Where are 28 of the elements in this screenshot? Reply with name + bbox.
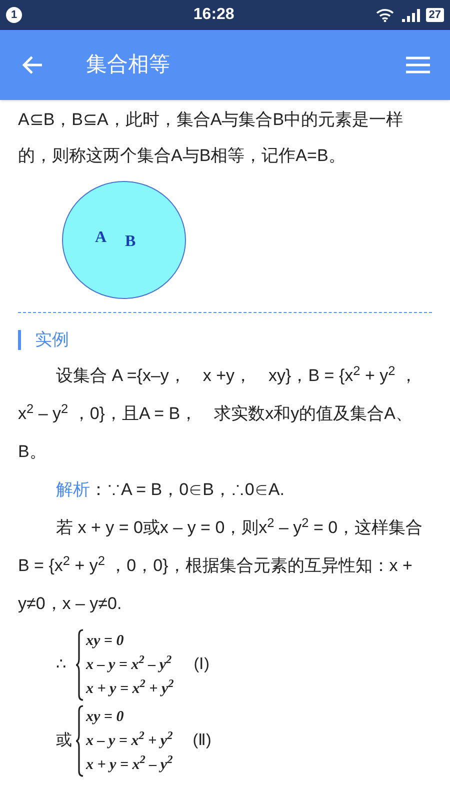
system-prefix: 或 <box>56 731 73 751</box>
analysis-label: 解析 <box>56 480 90 499</box>
equation-line: xy = 0 <box>86 632 125 651</box>
equation-line: x – y = x$^{2}$ – y$^{2}$ <box>86 653 173 675</box>
section-heading: 实例 <box>35 329 69 351</box>
set-label: A <box>95 229 107 246</box>
notification-badge: 1 <box>6 7 22 23</box>
definition-paragraph: A⊆B，B⊆A，此时，集合A与集合B中的元素是一样的，则称这两个集合A与B相等，记作A=B。 <box>18 109 404 167</box>
signal-icon <box>402 8 422 22</box>
menu-icon <box>406 56 430 74</box>
system-prefix: ∴ <box>56 655 67 675</box>
system-tag: (Ⅰ) <box>194 655 210 675</box>
equation-line: x + y = x$^{2}$ – y$^{2}$ <box>86 753 173 775</box>
brace-icon <box>76 705 84 777</box>
status-time: 16:28 <box>192 5 236 25</box>
set-label: B <box>125 233 136 250</box>
equation-line: xy = 0 <box>86 708 125 727</box>
reasoning-paragraph: 若 x + y = 0或x – y = 0，则x$^{2}$ – y$^{2}$ = 0，这样集合B = {x$^{2}$ + y$^{2}$ ，0，0}，根据集合元素的互异性知：x + y≠0，x – y≠0. <box>18 514 424 615</box>
back-arrow-icon <box>21 55 43 75</box>
equation-line: x – y = x$^{2}$ + y$^{2}$ <box>86 729 173 751</box>
equation-line: x + y = x$^{2}$ + y$^{2}$ <box>86 677 174 699</box>
brace-icon <box>76 629 84 701</box>
wifi-icon <box>376 8 394 22</box>
page-title: 集合相等 <box>86 52 171 78</box>
battery-indicator: 27 <box>426 8 444 22</box>
problem-paragraph: 设集合 A ={x–y， x +y， xy}，B = {x$^{2}$ + y$^{2}$ ，x$^{2}$ – y$^{2}$ ，0}，且A = B， 求实数x和y的值及集合A、B。 <box>18 362 418 463</box>
analysis-text: ：∵A = B，0∈B，∴0∈A. <box>90 480 284 499</box>
system-tag: (Ⅱ) <box>192 731 212 751</box>
